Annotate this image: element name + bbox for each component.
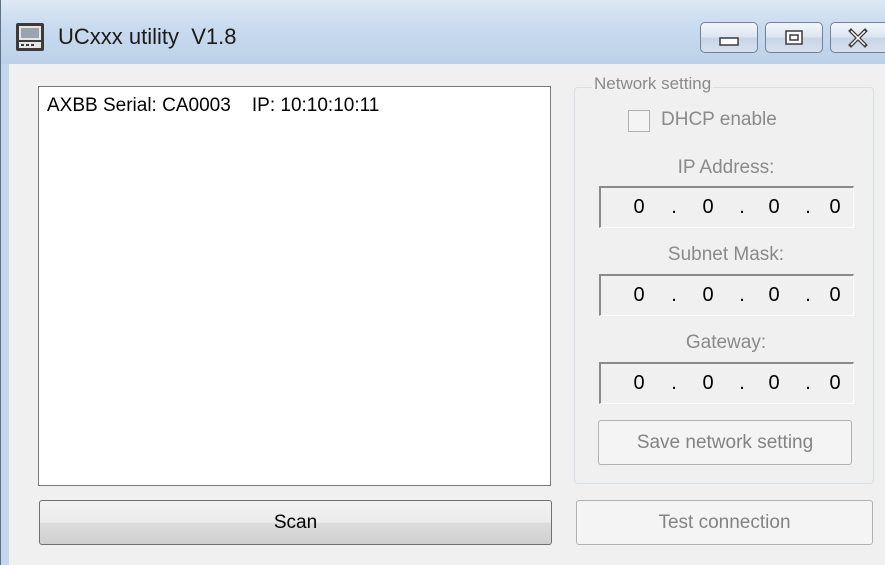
- window-title: UCxxx utility V1.8: [58, 24, 237, 49]
- list-item[interactable]: AXBB Serial: CA0003 IP: 10:10:10:11: [47, 95, 379, 117]
- subnet-separator: .: [671, 284, 677, 306]
- device-listbox[interactable]: AXBB Serial: CA0003 IP: 10:10:10:11: [38, 86, 551, 486]
- ip-separator: .: [805, 196, 811, 218]
- ip-separator: .: [739, 196, 745, 218]
- subnet-separator: .: [739, 284, 745, 306]
- dhcp-checkbox[interactable]: [628, 110, 650, 132]
- gateway-separator: .: [671, 372, 677, 394]
- network-setting-title: Network setting: [592, 74, 714, 94]
- ip-octet-3[interactable]: 0: [754, 196, 794, 219]
- gateway-separator: .: [739, 372, 745, 394]
- computer-drive-icon: [16, 23, 44, 51]
- gateway-label: Gateway:: [685, 332, 767, 353]
- ip-octet-2[interactable]: 0: [688, 196, 728, 219]
- test-connection-button[interactable]: Test connection: [576, 500, 873, 545]
- ip-octet-1[interactable]: 0: [619, 196, 659, 219]
- ip-octet-4[interactable]: 0: [815, 196, 855, 219]
- close-icon: [848, 28, 868, 48]
- save-network-setting-button[interactable]: Save network setting: [598, 420, 852, 465]
- gateway-octet-4[interactable]: 0: [815, 372, 855, 395]
- ip-address-input[interactable]: 0 . 0 . 0 . 0: [599, 186, 854, 228]
- subnet-mask-input[interactable]: 0 . 0 . 0 . 0: [599, 274, 854, 316]
- ip-address-label: IP Address:: [677, 157, 775, 178]
- gateway-separator: .: [805, 372, 811, 394]
- title-bar[interactable]: UCxxx utility V1.8: [1, 0, 885, 64]
- ip-separator: .: [671, 196, 677, 218]
- subnet-mask-label: Subnet Mask:: [667, 244, 785, 265]
- subnet-octet-4[interactable]: 0: [815, 284, 855, 307]
- minimize-icon: [719, 37, 739, 46]
- gateway-octet-3[interactable]: 0: [754, 372, 794, 395]
- subnet-octet-1[interactable]: 0: [619, 284, 659, 307]
- dhcp-label: DHCP enable: [661, 109, 777, 130]
- gateway-octet-1[interactable]: 0: [619, 372, 659, 395]
- scan-button[interactable]: Scan: [39, 500, 552, 545]
- minimize-button[interactable]: [700, 22, 758, 53]
- gateway-octet-2[interactable]: 0: [688, 372, 728, 395]
- subnet-octet-2[interactable]: 0: [688, 284, 728, 307]
- gateway-input[interactable]: 0 . 0 . 0 . 0: [599, 362, 854, 404]
- maximize-button[interactable]: [765, 22, 823, 53]
- close-button[interactable]: [830, 22, 885, 53]
- subnet-separator: .: [805, 284, 811, 306]
- maximize-icon: [785, 30, 803, 45]
- subnet-octet-3[interactable]: 0: [754, 284, 794, 307]
- app-window: UCxxx utility V1.8 AXBB Serial: CA0003 I…: [0, 0, 885, 565]
- client-area: AXBB Serial: CA0003 IP: 10:10:10:11 Scan…: [9, 64, 885, 565]
